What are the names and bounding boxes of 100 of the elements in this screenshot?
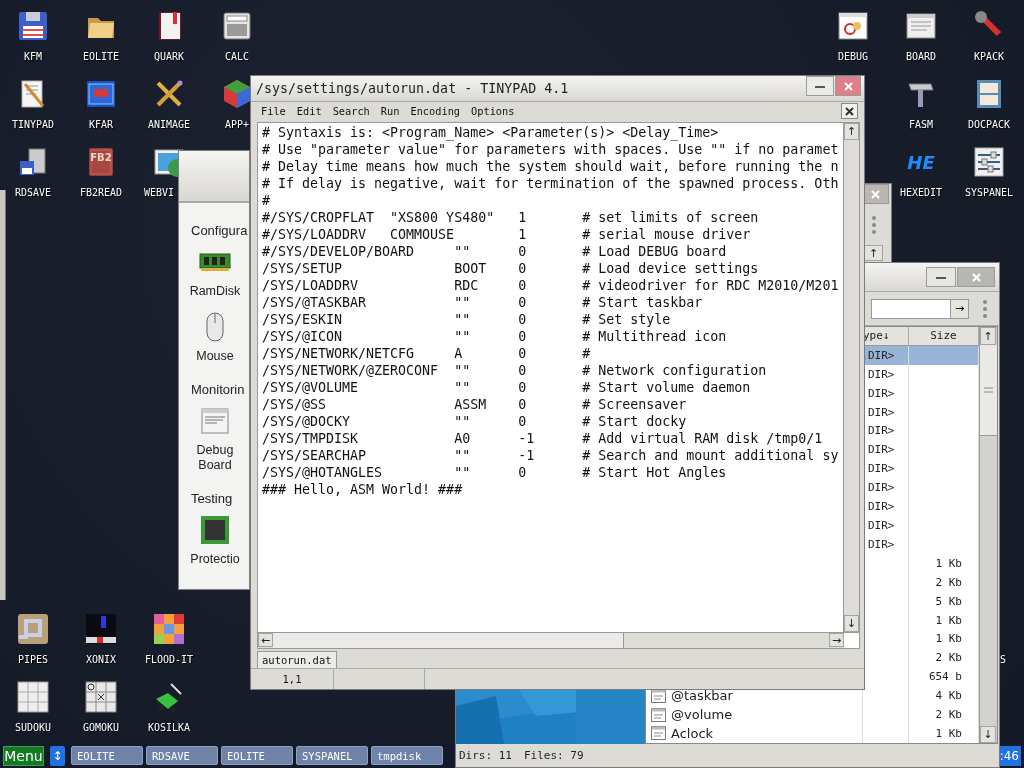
scroll-up-button[interactable]: ↑ <box>844 123 859 140</box>
icon-label[interactable]: PIPES <box>17 654 49 665</box>
file-type: DIR> <box>868 424 895 438</box>
minimize-button[interactable] <box>806 76 834 96</box>
logo-icon[interactable]: HE <box>905 146 937 178</box>
file-type: DIR> <box>868 481 895 495</box>
grip-icon[interactable] <box>983 299 987 318</box>
icon-label[interactable]: GOMOKU <box>82 722 120 733</box>
icon-label[interactable]: KFAR <box>88 119 114 130</box>
file-type: DIR> <box>868 519 895 532</box>
icon-label[interactable]: SYSPANEL <box>964 187 1014 198</box>
scrollbar-thumb[interactable] <box>273 633 624 648</box>
icon-label[interactable]: DOCPACK <box>967 119 1011 130</box>
code-line: #/SYS/DEVELOP/BOARD "" 0 # Load DEBUG board <box>262 243 728 260</box>
file-size: 1 Kb <box>935 556 962 570</box>
task-button[interactable]: EOLITE <box>221 746 293 765</box>
sliders-icon[interactable] <box>973 146 1005 178</box>
icon-label[interactable]: QUARK <box>153 51 185 62</box>
icon-label[interactable]: XONIX <box>85 654 117 665</box>
game-grid-icon[interactable] <box>85 681 117 713</box>
minimize-icon <box>815 84 825 88</box>
chip-icon[interactable] <box>199 514 231 546</box>
file-type: DIR> <box>868 462 895 476</box>
scroll-left-button[interactable]: ← <box>258 633 273 647</box>
menu-item[interactable]: Edit <box>296 105 322 117</box>
close-icon <box>871 189 880 199</box>
text-area[interactable] <box>258 123 843 632</box>
menu-item[interactable]: Encoding <box>410 105 461 117</box>
code-line: /SYS/@SS ASSM 0 # Screensaver <box>262 396 688 413</box>
go-button[interactable]: → <box>950 299 968 318</box>
icon-label[interactable]: WEBVI <box>143 187 175 198</box>
grip-icon[interactable] <box>871 215 876 234</box>
task-button[interactable]: RDSAVE <box>146 746 218 765</box>
icon-label[interactable]: KPACK <box>973 51 1005 62</box>
code-line: ### Hello, ASM World! ### <box>262 481 464 498</box>
file-icon <box>651 707 666 722</box>
pipe-icon[interactable] <box>17 613 49 645</box>
switch-button[interactable]: ↕ <box>50 745 65 766</box>
icon-label[interactable]: FB2READ <box>79 187 123 198</box>
grip-icon <box>984 387 993 393</box>
icon-label[interactable]: S <box>1000 654 1006 665</box>
icon-label[interactable]: HEXEDIT <box>899 187 943 198</box>
window-icon[interactable] <box>85 78 117 110</box>
icon-label[interactable]: FLOOD-IT <box>144 654 194 665</box>
icon-label[interactable]: EOLITE <box>82 51 120 62</box>
computer-floppy-icon[interactable] <box>17 146 49 178</box>
file-size: 654 b <box>928 670 962 684</box>
icon-label[interactable]: RDSAVE <box>14 187 52 198</box>
scroll-up-button[interactable]: ↑ <box>980 327 996 345</box>
task-button[interactable]: tmpdisk <box>371 746 443 765</box>
file-type: DIR> <box>868 537 895 551</box>
icon-label[interactable]: APP+ <box>224 119 250 130</box>
close-button[interactable] <box>841 103 858 119</box>
section-heading: Monitorin <box>191 382 245 397</box>
icon-label[interactable]: CALC <box>224 51 250 62</box>
close-icon <box>971 272 981 282</box>
task-button[interactable]: EOLITE <box>71 746 143 765</box>
menu-item[interactable]: File <box>261 105 286 117</box>
file-name: @taskbar <box>671 688 733 704</box>
menu-item[interactable]: Search <box>332 105 370 117</box>
file-size: 1 Kb <box>935 727 962 740</box>
code-line: # Syntaxis is: <Program_Name> <Parameter(s)> <Delay_Time> <box>262 124 720 141</box>
icon-label[interactable]: SUDOKU <box>14 722 52 733</box>
icon-label[interactable]: DEBUG <box>837 51 869 62</box>
scroll-right-button[interactable]: → <box>829 633 844 647</box>
icon-label[interactable]: KFM <box>23 51 43 62</box>
settings-item-label[interactable]: RamDisk <box>187 284 243 299</box>
settings-item-label[interactable]: Mouse <box>187 349 243 364</box>
scrollbar-thumb[interactable] <box>980 345 997 436</box>
file-name: @volume <box>671 707 733 723</box>
icon-label[interactable]: ANIMAGE <box>147 119 191 130</box>
file-type: DIR> <box>868 367 895 381</box>
file-tab[interactable]: autorun.dat <box>257 651 337 668</box>
calculator-icon[interactable] <box>221 10 253 42</box>
cube-icon[interactable] <box>221 78 253 110</box>
code-line: #/SYS/CROPFLAT "XS800 YS480" 1 # set limits of screen <box>262 209 760 226</box>
settings-item-label[interactable]: Protectio <box>187 552 243 567</box>
menu-item[interactable]: Options <box>471 105 515 117</box>
file-size: 1 Kb <box>935 613 962 627</box>
icon-label[interactable]: BOARD <box>905 51 937 62</box>
file-type: DIR> <box>868 500 895 514</box>
code-line: # If delay is negative, wait for termination of the spawned process. Oth <box>262 175 839 192</box>
icon-label[interactable]: KOSILKA <box>147 722 191 733</box>
menu-button[interactable]: Menu <box>3 745 44 766</box>
text-window-icon[interactable] <box>905 10 937 42</box>
icon-label[interactable]: FASM <box>908 119 934 130</box>
icon-label[interactable]: TINYPAD <box>11 119 55 130</box>
number-grid-icon[interactable] <box>17 681 49 713</box>
scroll-down-button[interactable]: ↓ <box>844 615 859 632</box>
color-tiles-icon[interactable] <box>153 613 185 645</box>
address-field[interactable]: → <box>871 298 969 319</box>
menu-item[interactable]: Run <box>380 105 400 117</box>
minimize-button[interactable] <box>926 267 956 287</box>
file-size: 2 Kb <box>935 651 962 665</box>
game-board-icon[interactable] <box>85 613 117 645</box>
task-button[interactable]: SYSPANEL <box>296 746 368 765</box>
settings-item-label[interactable]: Debug Board <box>187 443 243 473</box>
section-heading: Testing <box>191 491 233 506</box>
code-line: /SYS/SETUP BOOT 0 # Load device settings <box>262 260 760 277</box>
scroll-down-button[interactable]: ↓ <box>980 726 996 743</box>
